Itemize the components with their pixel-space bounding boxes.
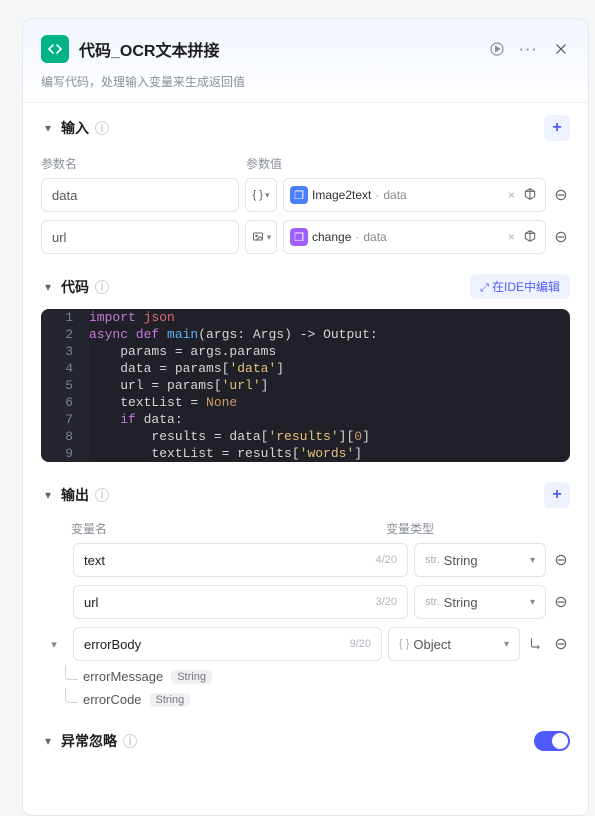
output-child-row: errorCode String [23, 692, 588, 715]
info-icon[interactable]: i [95, 488, 109, 502]
param-type-select[interactable]: { }▾ [245, 178, 277, 212]
input-row: url▾❒change · data× ⊖ [23, 220, 588, 262]
cube-icon: ❒ [290, 186, 308, 204]
output-type-select[interactable]: str. String▾ [414, 585, 546, 619]
edit-in-ide-button[interactable]: ⤢ 在IDE中编辑 [470, 274, 570, 299]
delete-icon[interactable]: ⊖ [552, 550, 570, 570]
section-title-input: 输入 [61, 118, 89, 138]
section-title-exception: 异常忽略 [61, 731, 117, 751]
delete-icon[interactable]: ⊖ [552, 592, 570, 612]
child-name: errorMessage [83, 669, 163, 684]
param-value-input[interactable]: ❒Image2text · data× [283, 178, 546, 212]
add-input-button[interactable]: + [544, 115, 570, 141]
output-child-row: errorMessage String [23, 669, 588, 692]
param-name-input[interactable]: data [41, 178, 239, 212]
collapse-input-icon[interactable]: ▾ [41, 121, 55, 135]
more-icon[interactable]: ··· [520, 40, 538, 58]
code-line: results = data['results'][0] [89, 428, 370, 445]
delete-icon[interactable]: ⊖ [552, 185, 570, 205]
delete-icon[interactable]: ⊖ [552, 634, 570, 654]
expand-icon[interactable]: ▾ [51, 638, 57, 651]
line-number: 9 [41, 445, 89, 462]
output-column-headers: 变量名 变量类型 [23, 520, 588, 537]
code-line: textList = results['words'] [89, 445, 362, 462]
output-row: url3/20str. String▾ ⊖ [23, 585, 588, 627]
line-number: 4 [41, 360, 89, 377]
code-line: async def main(args: Args) -> Output: [89, 326, 378, 343]
input-row: data{ }▾❒Image2text · data× ⊖ [23, 178, 588, 220]
add-output-button[interactable]: + [544, 482, 570, 508]
line-number: 6 [41, 394, 89, 411]
add-child-icon[interactable] [526, 636, 544, 653]
section-title-output: 输出 [61, 485, 89, 505]
line-number: 7 [41, 411, 89, 428]
code-line: params = args.params [89, 343, 276, 360]
line-number: 8 [41, 428, 89, 445]
clear-icon[interactable]: × [508, 188, 515, 202]
type-tag: String [171, 670, 212, 684]
type-tag: String [150, 693, 191, 707]
child-name: errorCode [83, 692, 142, 707]
code-line: url = params['url'] [89, 377, 268, 394]
collapse-output-icon[interactable]: ▾ [41, 488, 55, 502]
clear-icon[interactable]: × [508, 230, 515, 244]
line-number: 2 [41, 326, 89, 343]
panel-title: 代码_OCR文本拼接 [79, 37, 478, 61]
line-number: 5 [41, 377, 89, 394]
code-line: if data: [89, 411, 183, 428]
output-name-input[interactable]: text4/20 [73, 543, 408, 577]
output-type-select[interactable]: str. String▾ [414, 543, 546, 577]
ref-icon[interactable] [521, 187, 539, 204]
param-name-input[interactable]: url [41, 220, 239, 254]
code-node-icon [41, 35, 69, 63]
panel-subtitle: 编写代码，处理输入变量来生成返回值 [41, 73, 570, 90]
info-icon[interactable]: i [123, 734, 137, 748]
exception-ignore-toggle[interactable] [534, 731, 570, 751]
ref-icon[interactable] [521, 229, 539, 246]
collapse-code-icon[interactable]: ▾ [41, 280, 55, 294]
delete-icon[interactable]: ⊖ [552, 227, 570, 247]
output-row: ▾ errorBody9/20{ } Object▾ ⊖ [23, 627, 588, 669]
line-number: 1 [41, 309, 89, 326]
panel-header: 代码_OCR文本拼接 ··· 编写代码，处理输入变量来生成返回值 [23, 19, 588, 103]
code-editor[interactable]: 1import json2async def main(args: Args) … [41, 309, 570, 462]
param-type-select[interactable]: ▾ [245, 220, 277, 254]
output-type-select[interactable]: { } Object▾ [388, 627, 520, 661]
info-icon[interactable]: i [95, 121, 109, 135]
output-name-input[interactable]: url3/20 [73, 585, 408, 619]
output-row: text4/20str. String▾ ⊖ [23, 543, 588, 585]
code-node-panel: 代码_OCR文本拼接 ··· 编写代码，处理输入变量来生成返回值 ▾ 输入 i … [22, 18, 589, 816]
cube-icon: ❒ [290, 228, 308, 246]
code-line: textList = None [89, 394, 237, 411]
run-icon[interactable] [488, 40, 506, 58]
output-name-input[interactable]: errorBody9/20 [73, 627, 382, 661]
code-line: import json [89, 309, 175, 326]
param-value-input[interactable]: ❒change · data× [283, 220, 546, 254]
input-column-headers: 参数名 参数值 [23, 155, 588, 172]
line-number: 3 [41, 343, 89, 360]
code-line: data = params['data'] [89, 360, 284, 377]
close-icon[interactable] [552, 40, 570, 58]
collapse-exception-icon[interactable]: ▾ [41, 734, 55, 748]
section-title-code: 代码 [61, 277, 89, 297]
info-icon[interactable]: i [95, 280, 109, 294]
